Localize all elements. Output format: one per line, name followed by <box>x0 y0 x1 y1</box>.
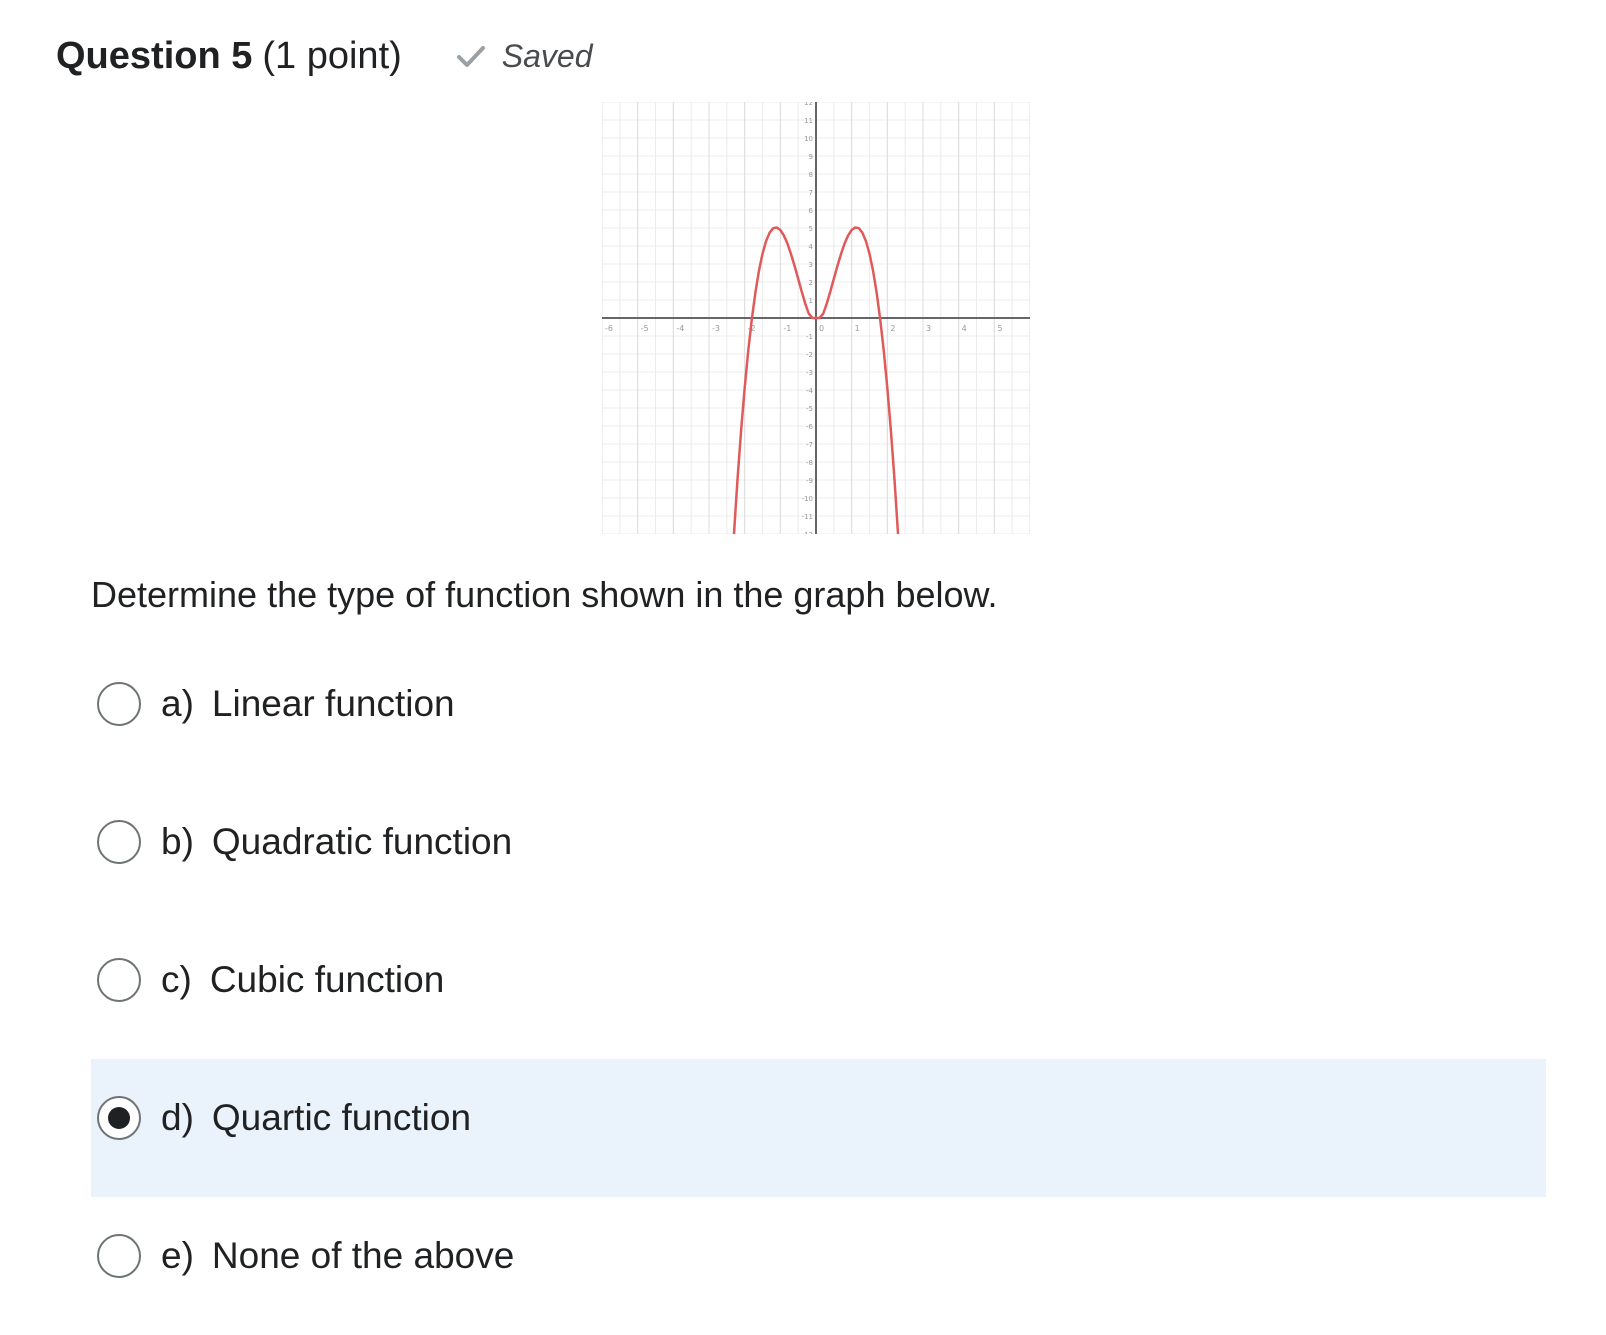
answer-option-label: d) Quartic function <box>161 1097 471 1139</box>
radio-button[interactable] <box>97 1234 141 1278</box>
answer-option-text: Quadratic function <box>211 821 513 862</box>
answer-option-letter: b) <box>161 821 194 862</box>
y-tick-label: -8 <box>806 459 813 467</box>
y-tick-label: 9 <box>809 153 813 161</box>
answer-option-text: None of the above <box>211 1235 515 1276</box>
x-tick-label: -6 <box>605 324 613 333</box>
answer-option-text: Linear function <box>211 683 455 724</box>
answer-option-letter: c) <box>161 959 192 1000</box>
y-tick-label: 11 <box>804 117 813 125</box>
radio-button-selected[interactable] <box>97 1096 141 1140</box>
x-tick-label: 5 <box>997 324 1002 333</box>
question-title: Question 5 <box>56 34 253 77</box>
y-tick-label: 2 <box>809 279 813 287</box>
y-tick-label: -4 <box>806 387 814 395</box>
checkmark-icon <box>456 46 485 67</box>
y-tick-label: 6 <box>809 207 814 215</box>
x-tick-label: -3 <box>712 324 720 333</box>
x-tick-label: 3 <box>926 324 931 333</box>
answer-choices: a) Linear function b) Quadratic function c) C… <box>91 645 1546 1335</box>
question-prompt: Determine the type of function shown in … <box>91 574 998 615</box>
y-tick-label: -6 <box>806 423 814 431</box>
graph-canvas: -6-5-4-3-2-10123456121110987654321-1-2-3… <box>602 102 1030 534</box>
x-tick-label: 1 <box>855 324 860 333</box>
answer-option-text: Quartic function <box>211 1097 472 1138</box>
y-tick-label: 8 <box>809 171 813 179</box>
answer-option-label: c) Cubic function <box>161 959 444 1001</box>
saved-status-label: Saved <box>501 37 593 74</box>
y-tick-label: 5 <box>809 225 813 233</box>
answer-option-letter: e) <box>161 1235 194 1276</box>
y-tick-label: -2 <box>806 351 813 359</box>
y-tick-label: 3 <box>809 261 813 269</box>
answer-option[interactable]: d) Quartic function <box>91 1059 1546 1197</box>
answer-option-label: b) Quadratic function <box>161 821 512 863</box>
y-tick-label: -10 <box>802 495 813 503</box>
question-points: (1 point) <box>262 34 402 77</box>
answer-option[interactable]: c) Cubic function <box>91 921 1546 1059</box>
y-tick-label: -7 <box>806 441 813 449</box>
saved-status: Saved <box>456 38 593 75</box>
answer-option-letter: d) <box>161 1097 194 1138</box>
x-tick-label: 4 <box>962 324 967 333</box>
y-tick-label: -3 <box>806 369 813 377</box>
y-tick-label: -5 <box>806 405 813 413</box>
y-tick-label: 1 <box>809 297 813 305</box>
function-graph: -6-5-4-3-2-10123456121110987654321-1-2-3… <box>602 102 1030 534</box>
question-header: Question 5 (1 point) Saved <box>56 28 593 84</box>
answer-option-label: e) None of the above <box>161 1235 514 1277</box>
y-tick-label: 4 <box>809 243 814 251</box>
x-tick-label: 0 <box>819 324 824 333</box>
radio-button[interactable] <box>97 682 141 726</box>
y-tick-label: 12 <box>804 102 813 107</box>
answer-option[interactable]: a) Linear function <box>91 645 1546 783</box>
x-tick-label: -4 <box>676 324 684 333</box>
x-tick-label: 2 <box>890 324 895 333</box>
y-tick-label: 7 <box>809 189 813 197</box>
y-tick-label: 10 <box>804 135 813 143</box>
radio-button[interactable] <box>97 958 141 1002</box>
answer-option-label: a) Linear function <box>161 683 455 725</box>
radio-dot-icon <box>108 1107 130 1129</box>
answer-option-letter: a) <box>161 683 194 724</box>
y-tick-label: -12 <box>802 531 813 534</box>
answer-option-text: Cubic function <box>209 959 445 1000</box>
x-tick-label: -5 <box>641 324 649 333</box>
y-tick-label: -1 <box>806 333 813 341</box>
answer-option[interactable]: e) None of the above <box>91 1197 1546 1335</box>
x-tick-label: -1 <box>783 324 791 333</box>
y-tick-label: -11 <box>802 513 813 521</box>
y-tick-label: -9 <box>806 477 813 485</box>
radio-button[interactable] <box>97 820 141 864</box>
answer-option[interactable]: b) Quadratic function <box>91 783 1546 921</box>
